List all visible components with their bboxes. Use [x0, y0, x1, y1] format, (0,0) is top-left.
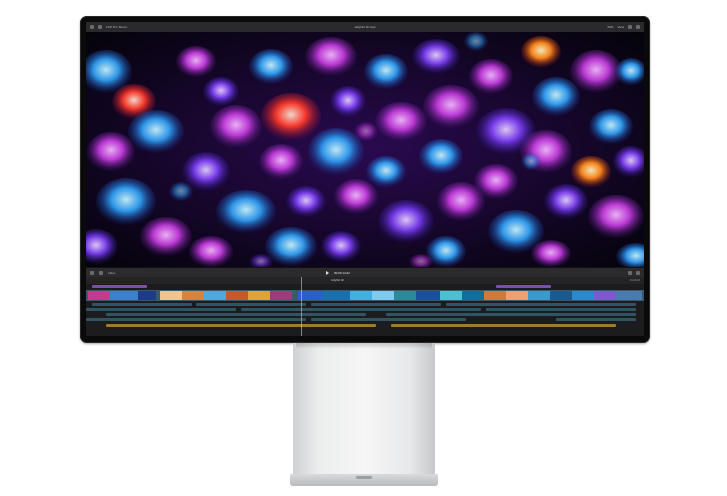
- share-icon[interactable]: [636, 25, 640, 29]
- project-title: Jellyfish 4K.fcpx: [354, 25, 376, 29]
- primary-storyline: [86, 290, 644, 301]
- zoom-level[interactable]: 59%: [608, 22, 614, 32]
- monitor-stand: [293, 343, 435, 477]
- audio-clips: [106, 324, 616, 327]
- timeline-tracks: [86, 285, 644, 327]
- blade-tool-icon[interactable]: [99, 271, 103, 275]
- zoom-icon[interactable]: [628, 271, 632, 275]
- jellyfish-video-frame: [86, 32, 644, 267]
- play-icon[interactable]: [326, 271, 329, 275]
- inspector-icon[interactable]: [628, 25, 632, 29]
- title-clip: [92, 285, 147, 288]
- video-viewer[interactable]: [86, 32, 644, 267]
- timeline-project-name: Jellyfish 4K: [331, 279, 345, 282]
- timeline-area[interactable]: [86, 284, 644, 336]
- stand-slot: [356, 476, 372, 479]
- display-screen: FCP Pro 'Demo' Jellyfish 4K.fcpx 59% Vie…: [86, 22, 644, 336]
- timeline-duration: 01:24:18: [629, 279, 640, 282]
- timeline-header: Jellyfish 4K 01:24:18: [86, 277, 644, 284]
- connected-clips: [86, 303, 636, 321]
- stand-shadow: [296, 343, 432, 349]
- select-tool-icon[interactable]: [90, 271, 94, 275]
- playhead[interactable]: [301, 277, 302, 336]
- view-menu[interactable]: View: [618, 22, 624, 32]
- audio-meter-icon[interactable]: [636, 271, 640, 275]
- title-clip: [496, 285, 551, 288]
